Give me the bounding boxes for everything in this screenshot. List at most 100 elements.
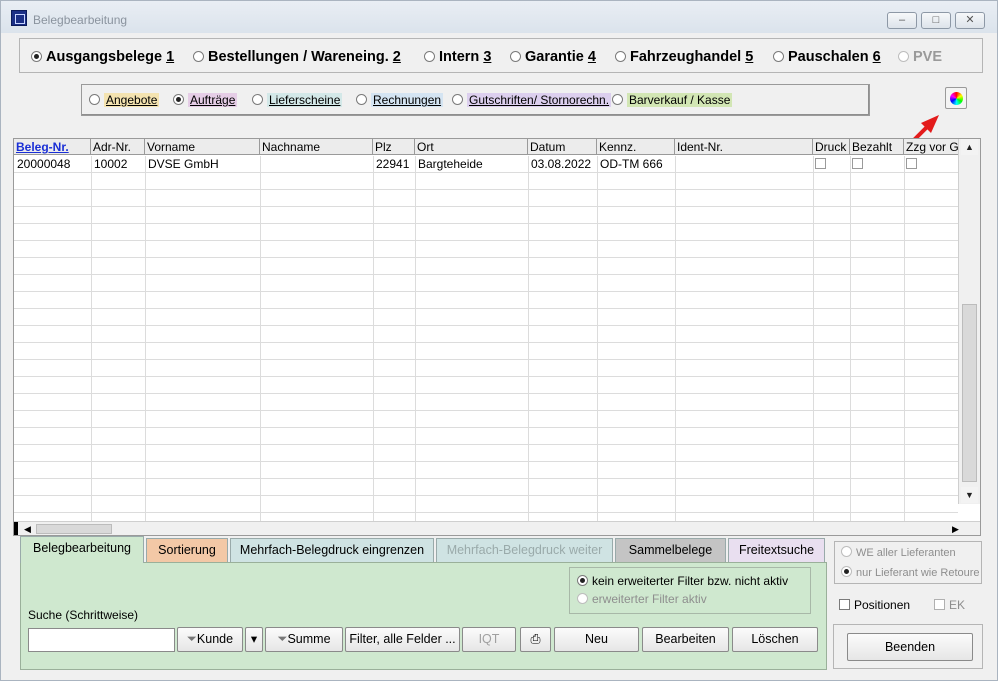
column-divider: [415, 156, 416, 521]
radio-icon: [510, 51, 521, 62]
print-button[interactable]: ⎙: [520, 627, 551, 652]
option-pauschalen[interactable]: Pauschalen 6: [773, 49, 881, 65]
radio-icon: [615, 51, 626, 62]
radio-disabled-icon: [841, 546, 852, 557]
column-header-kennz[interactable]: Kennz.: [597, 139, 675, 155]
positionen-checkbox[interactable]: Positionen: [839, 598, 910, 612]
cell-datum: 03.08.2022: [531, 157, 592, 171]
radio-icon: [89, 94, 100, 105]
vertical-scroll-thumb[interactable]: [962, 304, 977, 482]
option-barverkauf[interactable]: Barverkauf / Kasse: [612, 93, 733, 107]
radio-selected-disabled-icon: [841, 566, 852, 577]
column-divider: [528, 156, 529, 521]
scroll-right-arrow-icon[interactable]: ▶: [948, 522, 963, 535]
radio-icon: [193, 51, 204, 62]
minimize-button[interactable]: –: [887, 12, 917, 29]
column-header-nachname[interactable]: Nachname: [260, 139, 373, 155]
column-divider: [675, 156, 676, 521]
column-header-ident-nr[interactable]: Ident-Nr.: [675, 139, 813, 155]
scroll-down-arrow-icon[interactable]: ▼: [961, 487, 978, 503]
option-lieferscheine[interactable]: Lieferscheine: [252, 93, 343, 107]
column-header-datum[interactable]: Datum: [528, 139, 597, 155]
option-nur-lieferant: nur Lieferant wie Retoure: [841, 566, 980, 579]
tab-belegbearbeitung[interactable]: Belegbearbeitung: [20, 536, 144, 563]
table-body: [14, 156, 958, 521]
documents-table[interactable]: Beleg-Nr. Adr-Nr. Vorname Nachname Plz O…: [13, 138, 981, 536]
checkbox-icon: [839, 599, 850, 610]
cell-ident-nr: [675, 156, 813, 172]
column-header-plz[interactable]: Plz: [373, 139, 415, 155]
funnel-icon: ⏷: [277, 632, 288, 646]
search-input[interactable]: [28, 628, 175, 652]
option-angebote[interactable]: Angebote: [89, 93, 160, 107]
tab-mehrfach-belegdruck-eingrenzen[interactable]: Mehrfach-Belegdruck eingrenzen: [230, 538, 434, 562]
column-header-vorname[interactable]: Vorname: [145, 139, 260, 155]
table-header: Beleg-Nr. Adr-Nr. Vorname Nachname Plz O…: [14, 139, 958, 155]
option-kein-filter[interactable]: kein erweiterter Filter bzw. nicht aktiv: [577, 574, 788, 588]
tab-sammelbelege[interactable]: Sammelbelege: [615, 538, 726, 562]
horizontal-scroll-thumb[interactable]: [36, 524, 112, 534]
option-intern[interactable]: Intern 3: [424, 49, 491, 65]
tab-sortierung[interactable]: Sortierung: [146, 538, 228, 562]
scroll-up-arrow-icon[interactable]: ▲: [961, 139, 978, 155]
color-settings-button[interactable]: [945, 87, 967, 109]
column-divider: [91, 156, 92, 521]
loeschen-button[interactable]: Löschen: [732, 627, 818, 652]
radio-selected-icon: [173, 94, 184, 105]
cell-beleg-nr: 20000048: [17, 157, 71, 171]
application-window: Belegbearbeitung – □ ✕ Ausgangsbelege 1 …: [0, 0, 998, 681]
option-erweiterter-filter: erweiterter Filter aktiv: [577, 592, 707, 606]
option-rechnungen[interactable]: Rechnungen: [356, 93, 444, 107]
vertical-scrollbar[interactable]: ▲ ▼: [958, 139, 980, 504]
column-header-zzg[interactable]: Zzg vor GF: [904, 139, 958, 155]
option-pve: PVE: [898, 49, 942, 65]
option-bestellungen[interactable]: Bestellungen / Wareneing. 2: [193, 49, 401, 65]
cell-vorname: DVSE GmbH: [148, 157, 219, 171]
option-garantie[interactable]: Garantie 4: [510, 49, 596, 65]
radio-disabled-icon: [577, 593, 588, 604]
option-auftraege[interactable]: Aufträge: [173, 93, 238, 107]
option-fahrzeughandel[interactable]: Fahrzeughandel 5: [615, 49, 753, 65]
horizontal-scrollbar[interactable]: ◀ ▶: [14, 521, 980, 535]
search-label: Suche (Schrittweise): [28, 608, 139, 622]
column-divider: [813, 156, 814, 521]
column-header-beleg-nr[interactable]: Beleg-Nr.: [14, 139, 91, 155]
color-wheel-icon: [950, 92, 963, 105]
cell-plz: 22941: [376, 157, 410, 171]
iqt-button: IQT: [462, 627, 516, 652]
radio-icon: [452, 94, 463, 105]
radio-icon: [773, 51, 784, 62]
beenden-button[interactable]: Beenden: [847, 633, 973, 661]
neu-button[interactable]: Neu: [554, 627, 639, 652]
column-divider: [145, 156, 146, 521]
filter-kunde-button[interactable]: ⏷Kunde: [177, 627, 243, 652]
maximize-button[interactable]: □: [921, 12, 951, 29]
checkbox-disabled-icon: [934, 599, 945, 610]
column-header-ort[interactable]: Ort: [415, 139, 528, 155]
bearbeiten-button[interactable]: Bearbeiten: [642, 627, 729, 652]
tab-freitextsuche[interactable]: Freitextsuche: [728, 538, 825, 562]
checkbox-druck[interactable]: [815, 158, 826, 169]
column-header-bezahlt[interactable]: Bezahlt: [850, 139, 904, 155]
funnel-icon: ⏷: [186, 632, 197, 646]
cell-nachname: [260, 156, 373, 172]
ek-checkbox: EK: [934, 598, 965, 612]
close-button[interactable]: ✕: [955, 12, 985, 29]
column-header-druck[interactable]: Druck: [813, 139, 850, 155]
checkbox-bezahlt[interactable]: [852, 158, 863, 169]
radio-selected-icon: [31, 51, 42, 62]
cell-adr-nr: 10002: [94, 157, 128, 171]
checkbox-zzg[interactable]: [906, 158, 917, 169]
kunde-dropdown-button[interactable]: ▾: [245, 627, 263, 652]
scroll-left-arrow-icon[interactable]: ◀: [20, 522, 35, 535]
filter-summe-button[interactable]: ⏷Summe: [265, 627, 343, 652]
option-gutschriften[interactable]: Gutschriften/ Stornorechn.: [452, 93, 612, 107]
row-marker: [14, 522, 18, 535]
radio-selected-icon: [577, 575, 588, 586]
option-ausgangsbelege[interactable]: Ausgangsbelege 1: [31, 49, 174, 65]
filter-all-fields-button[interactable]: Filter, alle Felder ...: [345, 627, 460, 652]
column-header-adr-nr[interactable]: Adr-Nr.: [91, 139, 145, 155]
column-divider: [260, 156, 261, 521]
column-divider: [904, 156, 905, 521]
app-icon: [11, 10, 27, 26]
